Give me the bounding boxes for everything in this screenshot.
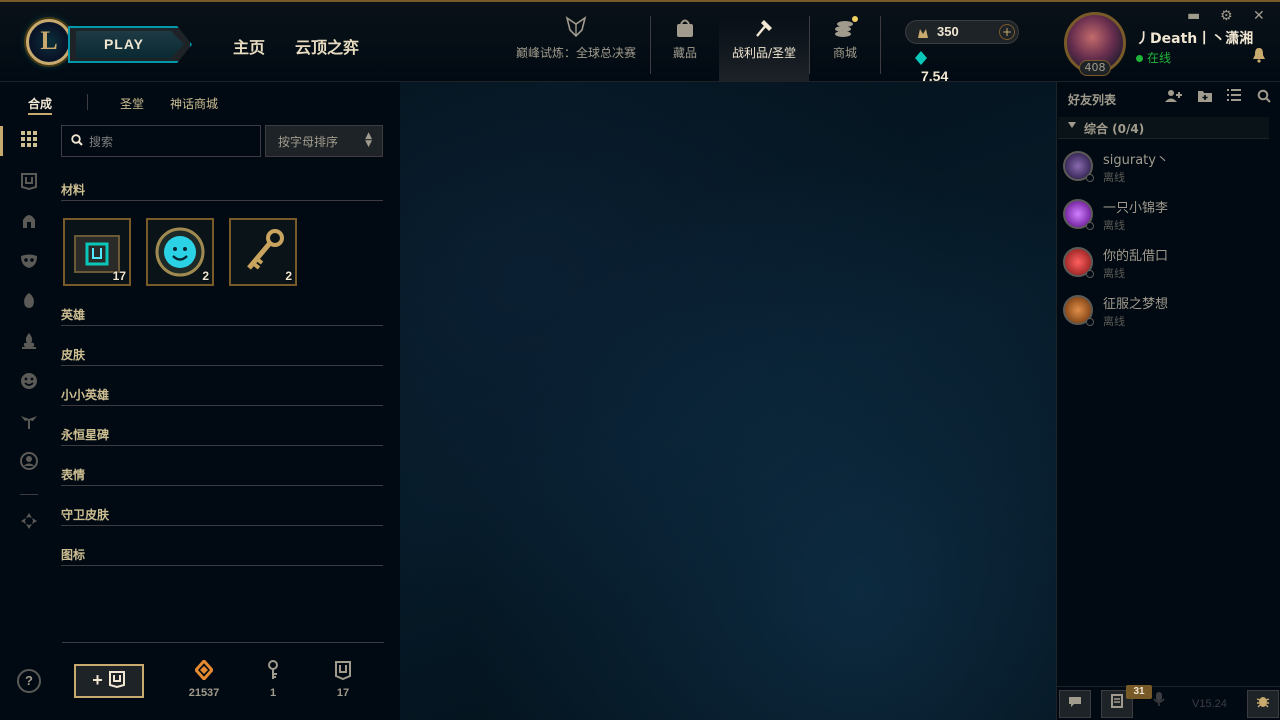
offline-indicator bbox=[1086, 270, 1094, 278]
friend-row[interactable]: 你的乱借口 离线 bbox=[1063, 243, 1273, 283]
disenchant-arrows-icon[interactable] bbox=[18, 512, 40, 534]
summoner-level: 408 bbox=[1079, 60, 1111, 76]
loot-hammer-icon bbox=[751, 16, 777, 40]
notification-bell-icon[interactable] bbox=[1252, 47, 1266, 67]
store-coins-icon bbox=[832, 16, 858, 40]
nav-collection[interactable]: 藏品 bbox=[660, 16, 710, 82]
microphone-icon[interactable] bbox=[1143, 690, 1175, 718]
tab-mythic-shop[interactable]: 神话商城 bbox=[170, 95, 218, 112]
emote-orb-icon bbox=[154, 226, 206, 282]
play-button[interactable]: PLAY bbox=[68, 26, 192, 63]
worlds-trophy-icon bbox=[563, 16, 589, 40]
category-champions[interactable]: 英雄 bbox=[61, 304, 383, 326]
friends-title: 好友列表 bbox=[1068, 93, 1117, 107]
close-icon[interactable]: ✕ bbox=[1253, 8, 1265, 24]
sidebar-divider bbox=[20, 494, 38, 495]
client-version: V15.24 bbox=[1192, 698, 1227, 710]
material-item[interactable]: 2 bbox=[229, 218, 297, 286]
nav-loot[interactable]: 战利品/圣堂 bbox=[719, 16, 809, 82]
search-input[interactable]: 搜索 bbox=[61, 125, 261, 157]
chevron-updown-icon: ▲ ▼ bbox=[365, 131, 372, 149]
friends-panel: 好友列表 综合 (0/4) siguraty丶 离线 一只小锦李 离线 你的乱借… bbox=[1056, 82, 1280, 720]
eternals-flame-icon[interactable] bbox=[18, 332, 40, 354]
grid-all-icon[interactable] bbox=[0, 126, 40, 156]
blue-essence-icon bbox=[915, 51, 927, 68]
emote-smiley-icon[interactable] bbox=[18, 372, 40, 394]
friend-row[interactable]: 一只小锦李 离线 bbox=[1063, 195, 1273, 235]
nav-tft[interactable]: 云顶之弈 bbox=[295, 34, 359, 58]
chest-icon[interactable] bbox=[18, 172, 40, 194]
top-bar: PLAY 主页 云顶之弈 巅峰试炼：全球总决赛 藏品 战利品/圣堂 商城 bbox=[0, 0, 1280, 102]
category-skins[interactable]: 皮肤 bbox=[61, 344, 383, 366]
tab-crafting[interactable]: 合成 bbox=[28, 95, 53, 115]
orange-essence-icon bbox=[174, 658, 234, 682]
chest-icon bbox=[108, 671, 126, 692]
skin-mask-icon[interactable] bbox=[18, 252, 40, 274]
summoner-name: 丿Death丨丶潇湘 bbox=[1136, 31, 1254, 47]
sort-dropdown[interactable]: 按字母排序 ▲ ▼ bbox=[265, 125, 383, 157]
category-materials[interactable]: 材料 bbox=[61, 179, 383, 201]
loot-display-area bbox=[400, 82, 1056, 720]
key-fragment-icon bbox=[243, 660, 303, 680]
category-ward-skins[interactable]: 守卫皮肤 bbox=[61, 504, 383, 526]
bug-report-icon[interactable] bbox=[1247, 690, 1279, 718]
friend-row[interactable]: 征服之梦想 离线 bbox=[1063, 291, 1273, 331]
social-footer: 31 V15.24 bbox=[1057, 685, 1280, 720]
chest-counter: 17 bbox=[313, 660, 373, 699]
rp-icon bbox=[916, 25, 930, 44]
add-folder-icon[interactable] bbox=[1197, 89, 1213, 107]
orange-essence-counter: 21537 bbox=[174, 658, 234, 699]
footer-divider bbox=[62, 642, 384, 643]
hextech-key-icon bbox=[237, 226, 289, 282]
rp-balance[interactable]: 350 + bbox=[905, 20, 1019, 44]
craft-key-button[interactable]: + bbox=[74, 664, 144, 698]
profile-icon-icon[interactable] bbox=[18, 452, 40, 474]
friend-row[interactable]: siguraty丶 离线 bbox=[1063, 147, 1273, 187]
chest-icon bbox=[313, 660, 373, 681]
category-eternals[interactable]: 永恒星碑 bbox=[61, 424, 383, 446]
nav-worlds[interactable]: 巅峰试炼：全球总决赛 bbox=[512, 16, 640, 82]
nav-store[interactable]: 商城 bbox=[820, 16, 870, 82]
offline-indicator bbox=[1086, 318, 1094, 326]
nav-home[interactable]: 主页 bbox=[233, 34, 265, 58]
chevron-down-icon bbox=[1068, 122, 1076, 128]
key-fragment-counter: 1 bbox=[243, 660, 303, 699]
offline-indicator bbox=[1086, 222, 1094, 230]
buy-rp-button[interactable]: + bbox=[999, 24, 1015, 40]
little-legend-icon[interactable] bbox=[18, 292, 40, 314]
minimize-icon[interactable]: ▬ bbox=[1187, 8, 1200, 24]
add-friend-icon[interactable] bbox=[1165, 89, 1183, 107]
chat-icon[interactable] bbox=[1059, 690, 1091, 718]
tab-sanctum[interactable]: 圣堂 bbox=[120, 95, 144, 112]
offline-indicator bbox=[1086, 174, 1094, 182]
search-icon bbox=[71, 134, 83, 146]
search-icon[interactable] bbox=[1257, 89, 1271, 107]
category-emotes[interactable]: 表情 bbox=[61, 464, 383, 486]
help-button[interactable]: ? bbox=[17, 669, 41, 693]
collection-bag-icon bbox=[672, 16, 698, 40]
category-little-legends[interactable]: 小小英雄 bbox=[61, 384, 383, 406]
friend-group-header[interactable]: 综合 (0/4) bbox=[1058, 117, 1269, 139]
champion-helmet-icon[interactable] bbox=[18, 212, 40, 234]
material-item[interactable]: 2 bbox=[146, 218, 214, 286]
material-item[interactable]: 17 bbox=[63, 218, 131, 286]
settings-gear-icon[interactable]: ⚙ bbox=[1220, 8, 1233, 24]
ward-icon[interactable] bbox=[18, 412, 40, 434]
online-status[interactable]: 在线 bbox=[1136, 49, 1171, 66]
category-icons[interactable]: 图标 bbox=[61, 544, 383, 566]
loot-panel: 合成 圣堂 神话商城 搜索 按字母排序 ▲ ▼ 材料 17 2 2 英雄 皮肤 … bbox=[0, 82, 400, 720]
list-view-icon[interactable] bbox=[1227, 89, 1241, 105]
lol-logo[interactable] bbox=[26, 19, 72, 65]
missions-button[interactable]: 31 bbox=[1101, 685, 1152, 718]
